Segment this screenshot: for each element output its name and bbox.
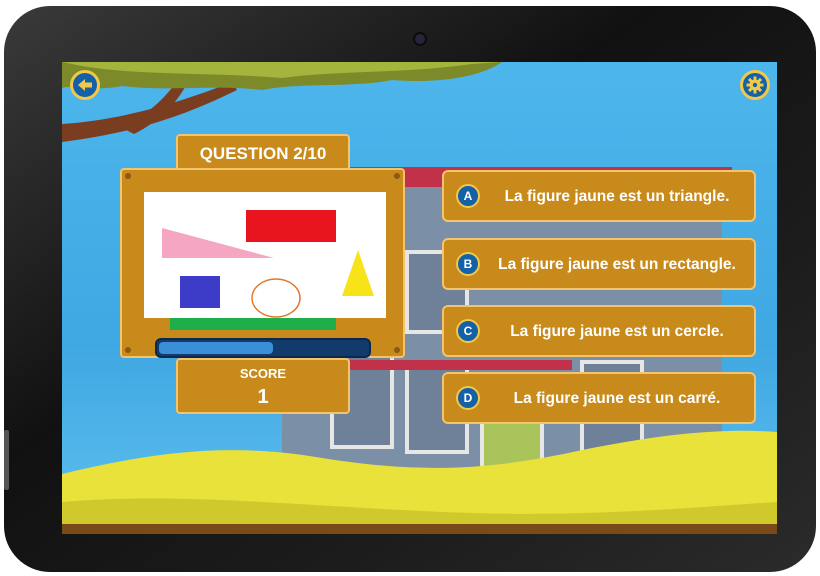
progress-bar <box>155 338 371 358</box>
orange-circle-outline <box>251 278 301 318</box>
red-rectangle <box>246 210 336 242</box>
answer-a-text: La figure jaune est un triangle. <box>504 187 730 205</box>
gear-icon <box>746 76 764 94</box>
question-counter: QUESTION 2/10 <box>199 144 327 163</box>
progress-fill <box>159 342 273 354</box>
camera-icon <box>415 34 425 44</box>
tablet-frame: QUESTION 2/10 SCORE 1 A La figure jaune … <box>4 6 816 572</box>
answer-letter-a: A <box>456 184 480 208</box>
score-value: 1 <box>257 386 269 408</box>
rivet <box>125 347 131 353</box>
score-label: SCORE <box>239 366 287 381</box>
yellow-triangle <box>342 250 374 296</box>
rivet <box>394 173 400 179</box>
dirt-strip <box>62 524 777 534</box>
shapes-canvas <box>144 192 386 334</box>
answer-c-button[interactable]: C La figure jaune est un cercle. <box>442 305 756 357</box>
back-button[interactable] <box>70 70 100 100</box>
shapes-illustration <box>162 210 374 334</box>
answer-b-text: La figure jaune est un rectangle. <box>498 255 736 273</box>
answer-b-button[interactable]: B La figure jaune est un rectangle. <box>442 238 756 290</box>
back-arrow-icon <box>78 79 92 91</box>
answer-d-button[interactable]: D La figure jaune est un carré. <box>442 372 756 424</box>
rivet <box>394 347 400 353</box>
side-button <box>4 430 9 490</box>
answer-letter-c: C <box>456 319 480 343</box>
green-bar-shape <box>170 318 336 330</box>
settings-button[interactable] <box>740 70 770 100</box>
answer-c-text: La figure jaune est un cercle. <box>510 322 724 340</box>
answer-letter-b: B <box>456 252 480 276</box>
answer-letter-d: D <box>456 386 480 410</box>
score-panel: SCORE 1 <box>176 358 350 414</box>
game-screen: QUESTION 2/10 SCORE 1 A La figure jaune … <box>62 62 777 534</box>
rivet <box>125 173 131 179</box>
answer-d-text: La figure jaune est un carré. <box>513 389 721 407</box>
answer-a-button[interactable]: A La figure jaune est un triangle. <box>442 170 756 222</box>
blue-square <box>180 276 220 308</box>
